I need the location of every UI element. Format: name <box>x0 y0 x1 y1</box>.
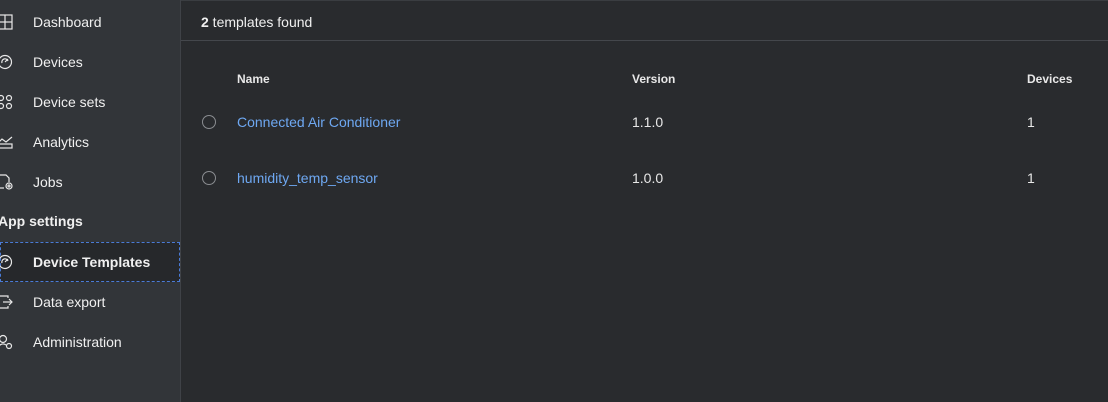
sidebar: Dashboard Devices Device sets Analytics … <box>0 0 181 402</box>
jobs-icon <box>0 174 13 190</box>
template-devices-count: 1 <box>1027 114 1035 130</box>
row-select-radio[interactable] <box>202 115 216 129</box>
sidebar-item-label: Jobs <box>33 174 63 190</box>
table-row: humidity_temp_sensor 1.0.0 1 <box>181 150 1108 206</box>
sidebar-item-label: Device Templates <box>33 254 151 270</box>
table-row: Connected Air Conditioner 1.1.0 1 <box>181 94 1108 150</box>
sidebar-item-label: Administration <box>33 334 122 350</box>
analytics-icon <box>0 134 13 150</box>
template-name-link[interactable]: humidity_temp_sensor <box>237 170 378 186</box>
sidebar-item-label: Dashboard <box>33 14 102 30</box>
template-version: 1.0.0 <box>632 170 664 186</box>
devices-icon <box>0 54 13 70</box>
template-version: 1.1.0 <box>632 114 664 130</box>
template-name-link[interactable]: Connected Air Conditioner <box>237 114 400 130</box>
sidebar-item-devices[interactable]: Devices <box>0 42 180 82</box>
results-count-number: 2 <box>201 14 209 30</box>
sidebar-item-label: Data export <box>33 294 106 310</box>
column-header-name[interactable]: Name <box>237 72 270 86</box>
dashboard-icon <box>0 14 13 30</box>
sidebar-item-label: Analytics <box>33 134 90 150</box>
column-header-version[interactable]: Version <box>632 72 675 86</box>
column-header-devices[interactable]: Devices <box>1027 72 1072 86</box>
data-export-icon <box>0 294 13 310</box>
sidebar-item-jobs[interactable]: Jobs <box>0 162 180 202</box>
row-select-radio[interactable] <box>202 171 216 185</box>
sidebar-item-device-templates[interactable]: Device Templates <box>0 242 180 282</box>
app-window: Dashboard Devices Device sets Analytics … <box>0 0 1108 402</box>
sidebar-item-data-export[interactable]: Data export <box>0 282 180 322</box>
sidebar-item-label: Devices <box>33 54 83 70</box>
sidebar-section-header: App settings <box>0 213 83 229</box>
sidebar-item-dashboard[interactable]: Dashboard <box>0 2 180 42</box>
results-count: 2 templates found <box>201 14 312 30</box>
administration-icon <box>0 334 13 350</box>
sidebar-item-device-sets[interactable]: Device sets <box>0 82 180 122</box>
results-bar: 2 templates found <box>181 0 1108 41</box>
sidebar-item-label: Device sets <box>33 94 106 110</box>
sidebar-item-administration[interactable]: Administration <box>0 322 180 362</box>
template-devices-count: 1 <box>1027 170 1035 186</box>
device-templates-icon <box>0 254 13 270</box>
main-content: 2 templates found Name Version Devices C… <box>181 0 1108 402</box>
sidebar-item-analytics[interactable]: Analytics <box>0 122 180 162</box>
results-count-text: templates found <box>208 14 313 30</box>
device-sets-icon <box>0 94 13 110</box>
